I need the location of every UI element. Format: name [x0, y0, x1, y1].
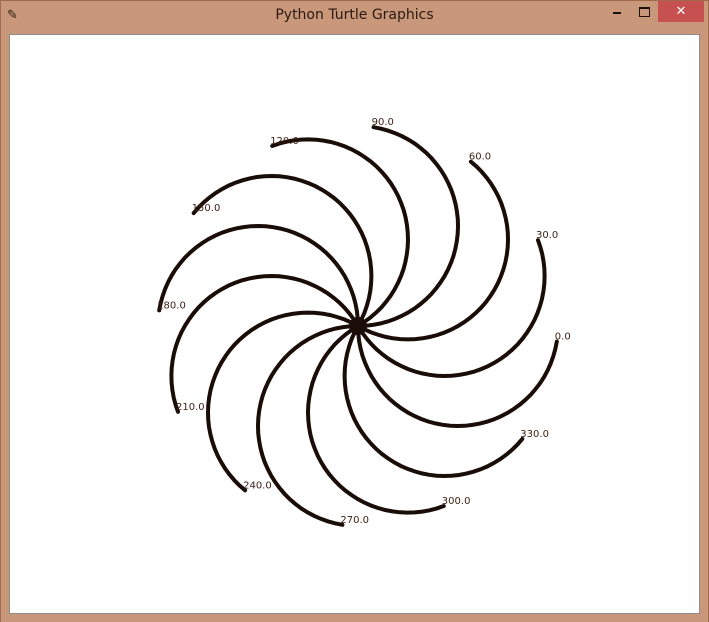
heading-label-11: 330.0	[520, 429, 549, 440]
spiral-arc-2	[356, 159, 511, 342]
heading-label-8: 240.0	[243, 480, 272, 491]
maximize-button[interactable]	[631, 1, 657, 23]
close-icon: ✕	[675, 4, 687, 19]
heading-label-9: 270.0	[340, 515, 369, 526]
turtle-canvas[interactable]: 0.0 30.0 60.0 90.0 120.0 150.0 180.0 210.0 240.0…	[11, 36, 698, 612]
spiral-arc-8	[205, 310, 360, 493]
close-button[interactable]: ✕	[658, 1, 704, 22]
spiral-arc-5	[191, 173, 374, 328]
title-bar[interactable]: ✎ Python Turtle Graphics ✕	[1, 1, 708, 31]
spiral-arc-11	[342, 324, 525, 479]
heading-label-7: 210.0	[176, 402, 205, 413]
window-bottom-border	[1, 614, 708, 622]
heading-label-10: 300.0	[442, 496, 471, 507]
heading-label-2: 60.0	[469, 152, 491, 163]
heading-label-0: 0.0	[555, 332, 571, 343]
heading-label-1: 30.0	[536, 230, 558, 241]
window-title: Python Turtle Graphics	[275, 7, 434, 23]
minimize-button[interactable]	[604, 1, 630, 23]
turtle-window: ✎ Python Turtle Graphics ✕ 0.0 30.0 60.0 90…	[0, 0, 709, 622]
heading-label-5: 150.0	[192, 203, 221, 214]
feather-icon[interactable]: ✎	[7, 7, 21, 25]
center-dot	[349, 317, 367, 335]
heading-label-6: 180.0	[157, 300, 186, 311]
turtle-drawing: 0.0 30.0 60.0 90.0 120.0 150.0 180.0 210.0 240.0…	[157, 117, 571, 527]
heading-label-3: 90.0	[372, 117, 394, 128]
heading-label-4: 120.0	[270, 136, 299, 147]
